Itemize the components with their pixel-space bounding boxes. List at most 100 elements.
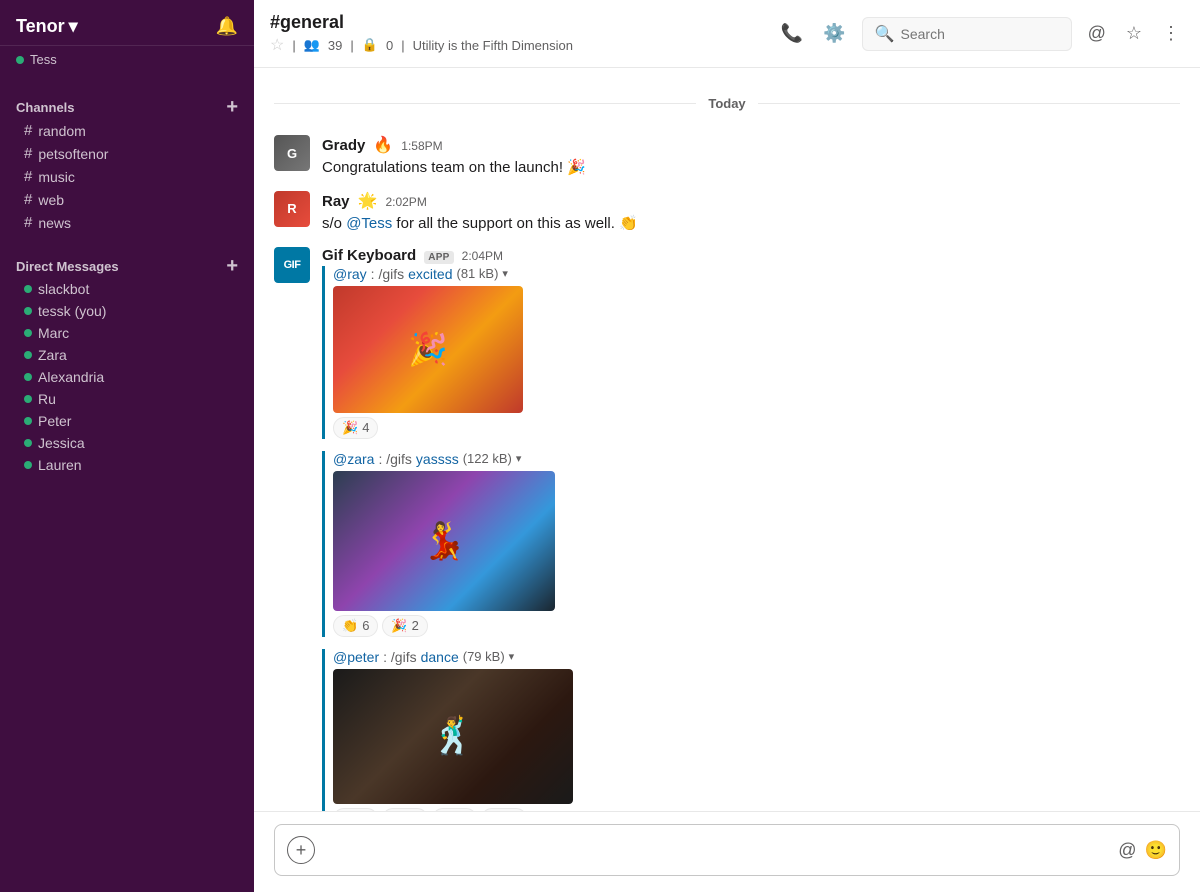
dm-status-dot [24,395,32,403]
star-header-icon[interactable]: ☆ [1122,19,1146,48]
dm-item-jessica[interactable]: Jessica [8,432,246,454]
dm-name-slackbot: slackbot [38,281,89,297]
add-dm-button[interactable]: + [226,256,238,276]
separator: | [292,38,295,53]
dm-item-alexandria[interactable]: Alexandria [8,366,246,388]
reactions-dance: 🔥 6 👏 4 🎉 2 😎 2 [333,808,1180,811]
message-input-area: + @ 🙂 [254,811,1200,892]
reaction-count: 2 [412,618,419,633]
message-input-box: + @ 🙂 [274,824,1180,876]
reaction-clap-dance[interactable]: 👏 4 [382,808,427,811]
dm-name-tessk: tessk (you) [38,303,106,319]
separator2: | [350,38,353,53]
channel-name-web: web [38,192,64,208]
hash-icon: # [24,214,32,231]
channels-section-header[interactable]: Channels + [0,95,254,119]
reaction-clap-yassss[interactable]: 👏 6 [333,615,378,637]
workspace-name[interactable]: Tenor ▾ [16,16,78,37]
lock-count: 0 [386,38,393,53]
dm-name-jessica: Jessica [38,435,85,451]
channel-description: Utility is the Fifth Dimension [413,38,573,53]
mention-peter[interactable]: @peter [333,649,379,665]
ray-emoji: 🌟 [358,191,378,211]
dm-status-dot [24,307,32,315]
dm-section: Direct Messages + slackbot tessk (you) M… [0,238,254,480]
reaction-party-yassss[interactable]: 🎉 2 [382,615,427,637]
sidebar-item-music[interactable]: # music [8,165,246,188]
hash-icon: # [24,122,32,139]
input-add-button[interactable]: + [287,836,315,864]
gif-link-excited[interactable]: excited [408,266,452,282]
mention-zara[interactable]: @zara [333,451,374,467]
channel-meta: ☆ | 👥 39 | 🔒 0 | Utility is the Fifth Di… [270,35,573,55]
gif-size-yassss: (122 kB) [463,451,512,466]
sender-gif-keyboard[interactable]: Gif Keyboard [322,247,416,264]
gif-command-dance: @peter : /gifs dance (79 kB) ▾ [333,649,1180,665]
phone-icon[interactable]: 📞 [777,19,807,48]
reaction-party-excited[interactable]: 🎉 4 [333,417,378,439]
channels-label: Channels [16,100,75,115]
dm-label: Direct Messages [16,259,119,274]
gear-icon[interactable]: ⚙️ [819,19,849,48]
dm-item-peter[interactable]: Peter [8,410,246,432]
sender-grady[interactable]: Grady [322,137,365,154]
sidebar-header: Tenor ▾ 🔔 [0,0,254,46]
dm-item-zara[interactable]: Zara [8,344,246,366]
gif-link-yassss[interactable]: yassss [416,451,459,467]
mention-ray[interactable]: @ray [333,266,367,282]
input-at-icon[interactable]: @ [1118,840,1136,861]
reaction-emoji: 🎉 [391,618,407,634]
gif-dropdown-arrow-yassss[interactable]: ▾ [516,452,522,465]
star-icon[interactable]: ☆ [270,35,284,55]
dm-item-lauren[interactable]: Lauren [8,454,246,476]
channel-header-left: #general ☆ | 👥 39 | 🔒 0 | Utility is the… [270,12,573,55]
sidebar-item-news[interactable]: # news [8,211,246,234]
channel-name-news: news [38,215,71,231]
hash-icon: # [24,168,32,185]
message-content-ray: Ray 🌟 2:02PM s/o @Tess for all the suppo… [322,191,1180,235]
reaction-emoji: 👏 [342,618,358,634]
message-grady: G Grady 🔥 1:58PM Congratulations team on… [254,131,1200,183]
message-text-ray: s/o @Tess for all the support on this as… [322,213,1180,235]
notifications-bell-icon[interactable]: 🔔 [216,16,238,37]
more-icon[interactable]: ⋮ [1158,19,1184,48]
dm-name-ru: Ru [38,391,56,407]
dm-item-marc[interactable]: Marc [8,322,246,344]
timestamp-ray: 2:02PM [385,195,426,209]
channel-title: #general [270,12,573,33]
dm-item-slackbot[interactable]: slackbot [8,278,246,300]
message-input[interactable] [323,842,1110,859]
add-channel-button[interactable]: + [226,97,238,117]
dm-status-dot [24,461,32,469]
gif-dropdown-arrow-dance[interactable]: ▾ [509,650,515,663]
user-status-bar: Tess [0,46,254,79]
input-emoji-icon[interactable]: 🙂 [1145,840,1167,861]
dm-item-ru[interactable]: Ru [8,388,246,410]
reaction-fire-dance[interactable]: 🔥 6 [333,808,378,811]
channel-header-right: 📞 ⚙️ 🔍 @ ☆ ⋮ [777,17,1184,51]
dm-status-dot [24,373,32,381]
gif-link-dance[interactable]: dance [421,649,459,665]
avatar-grady: G [274,135,310,171]
reaction-cool-dance[interactable]: 😎 2 [481,808,526,811]
sidebar-item-web[interactable]: # web [8,188,246,211]
search-box[interactable]: 🔍 [862,17,1072,51]
dm-section-header[interactable]: Direct Messages + [0,254,254,278]
at-icon[interactable]: @ [1084,19,1110,48]
sender-ray[interactable]: Ray [322,193,350,210]
hash-icon: # [24,145,32,162]
reaction-count: 6 [362,618,369,633]
dm-status-dot [24,439,32,447]
mention-tess[interactable]: @Tess [346,215,392,232]
dm-name-marc: Marc [38,325,69,341]
search-input[interactable] [901,26,1059,42]
gif-image-dance [333,669,573,804]
gif-command-excited: @ray : /gifs excited (81 kB) ▾ [333,266,1180,282]
dm-status-dot [24,329,32,337]
separator3: | [401,38,404,53]
sidebar-item-random[interactable]: # random [8,119,246,142]
dm-item-tessk[interactable]: tessk (you) [8,300,246,322]
sidebar-item-petsoftenor[interactable]: # petsoftenor [8,142,246,165]
gif-dropdown-arrow-excited[interactable]: ▾ [502,267,508,280]
reaction-party-dance[interactable]: 🎉 2 [432,808,477,811]
